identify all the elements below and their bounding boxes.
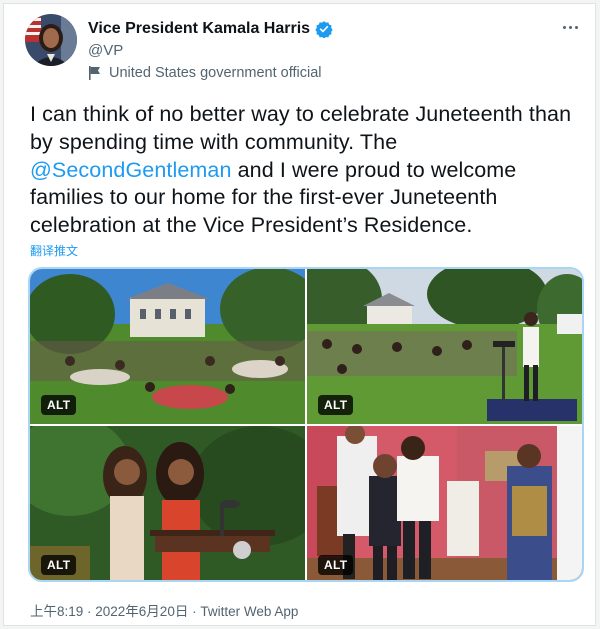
media-grid: ALT ALT ALT ALT xyxy=(28,267,584,582)
author-avatar[interactable] xyxy=(25,14,77,66)
author-handle[interactable]: @VP xyxy=(88,42,123,59)
photo-4[interactable]: ALT xyxy=(307,426,582,580)
mention-link[interactable]: @SecondGentleman xyxy=(30,158,232,182)
flag-icon xyxy=(88,66,101,80)
alt-badge[interactable]: ALT xyxy=(318,395,354,415)
tweet-text: I can think of no better way to celebrat… xyxy=(30,101,590,240)
government-label[interactable]: United States government official xyxy=(88,65,322,81)
tweet-meta: 上午8:19 · 2022年6月20日 · Twitter Web App xyxy=(30,600,298,620)
alt-badge[interactable]: ALT xyxy=(41,555,77,575)
more-options-icon[interactable] xyxy=(563,22,583,32)
photo-1[interactable]: ALT xyxy=(30,269,305,424)
verified-badge-icon xyxy=(315,20,333,39)
author-name[interactable]: Vice President Kamala Harris xyxy=(88,20,310,38)
alt-badge[interactable]: ALT xyxy=(318,555,354,575)
alt-badge[interactable]: ALT xyxy=(41,395,77,415)
government-label-text: United States government official xyxy=(109,65,322,81)
tweet-text-part1: I can think of no better way to celebrat… xyxy=(30,102,572,154)
translate-tweet-link[interactable]: 翻译推文 xyxy=(30,242,78,259)
photo-3[interactable]: ALT xyxy=(30,426,305,580)
meta-separator: · xyxy=(192,604,197,619)
tweet-timestamp[interactable]: 上午8:19 · 2022年6月20日 xyxy=(30,604,188,619)
author-name-row[interactable]: Vice President Kamala Harris xyxy=(88,19,333,39)
tweet-card: Vice President Kamala Harris @VP United … xyxy=(3,3,596,626)
tweet-source[interactable]: Twitter Web App xyxy=(200,604,298,619)
photo-2[interactable]: ALT xyxy=(307,269,582,424)
